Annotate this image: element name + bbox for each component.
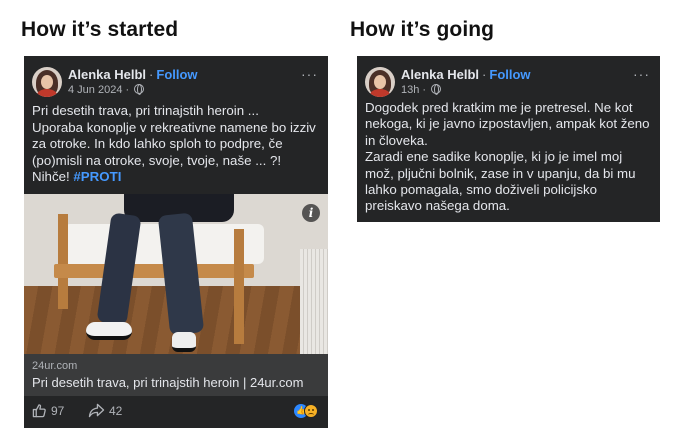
post-header: Alenka Helbl · Follow 4 Jun 2024 · ···	[32, 66, 320, 100]
globe-icon	[134, 84, 145, 95]
post-date[interactable]: 13h ·	[401, 84, 426, 96]
link-domain: 24ur.com	[32, 360, 78, 372]
avatar[interactable]	[365, 67, 395, 97]
post-text-paragraph: Zaradi ene sadike konoplje, ki jo je ime…	[365, 149, 636, 214]
author-name[interactable]: Alenka Helbl	[68, 67, 146, 82]
like-count: 97	[51, 404, 65, 418]
reaction-icons[interactable]: 👍	[294, 403, 320, 419]
post-date[interactable]: 4 Jun 2024 ·	[68, 84, 129, 96]
share-count: 42	[109, 404, 123, 418]
post-text-paragraph: Dogodek pred kratkim me je pretresel. Ne…	[365, 100, 650, 148]
heading-how-its-going: How it’s going	[350, 18, 495, 41]
author-name[interactable]: Alenka Helbl	[401, 67, 479, 82]
thumbs-up-icon	[32, 404, 46, 418]
post-text-line: Uporaba konoplje v rekreativne namene bo…	[32, 119, 316, 168]
hashtag-link[interactable]: #PROTI	[73, 169, 121, 184]
post-timestamp: 4 Jun 2024 ·	[68, 84, 145, 96]
post-header: Alenka Helbl · Follow 13h · ···	[365, 66, 652, 100]
post-card-started: Alenka Helbl · Follow 4 Jun 2024 · ··· Pri…	[24, 56, 328, 428]
author-line: Alenka Helbl · Follow	[68, 67, 198, 82]
link-preview-image[interactable]: i	[24, 194, 328, 354]
share-button[interactable]: 42	[88, 403, 122, 418]
post-timestamp: 13h ·	[401, 84, 442, 96]
heading-how-its-started: How it’s started	[21, 18, 179, 41]
link-preview[interactable]: 24ur.com Pri desetih trava, pri trinajst…	[24, 354, 328, 396]
post-footer: 97 42 👍	[32, 403, 320, 423]
post-card-going: Alenka Helbl · Follow 13h · ··· Dogodek pr…	[357, 56, 660, 222]
post-text-line: Nihče! #PROTI	[32, 169, 320, 186]
more-options-icon[interactable]: ···	[301, 66, 318, 82]
author-line: Alenka Helbl · Follow	[401, 67, 531, 82]
like-button[interactable]: 97	[32, 403, 64, 418]
avatar[interactable]	[32, 67, 62, 97]
more-options-icon[interactable]: ···	[633, 66, 650, 82]
post-text: Dogodek pred kratkim me je pretresel. Ne…	[365, 100, 652, 215]
separator-dot: ·	[149, 67, 154, 82]
follow-button[interactable]: Follow	[156, 67, 197, 82]
sad-reaction-icon	[304, 404, 318, 418]
separator-dot: ·	[482, 67, 487, 82]
info-icon[interactable]: i	[302, 204, 320, 222]
share-arrow-icon	[88, 403, 105, 418]
link-title[interactable]: Pri desetih trava, pri trinajstih heroin…	[32, 375, 320, 390]
follow-button[interactable]: Follow	[489, 67, 530, 82]
post-text-line: Pri desetih trava, pri trinajstih heroin…	[32, 103, 259, 118]
globe-icon	[431, 84, 442, 95]
post-text-fragment: Nihče!	[32, 169, 74, 185]
post-text: Pri desetih trava, pri trinajstih heroin…	[32, 103, 320, 186]
